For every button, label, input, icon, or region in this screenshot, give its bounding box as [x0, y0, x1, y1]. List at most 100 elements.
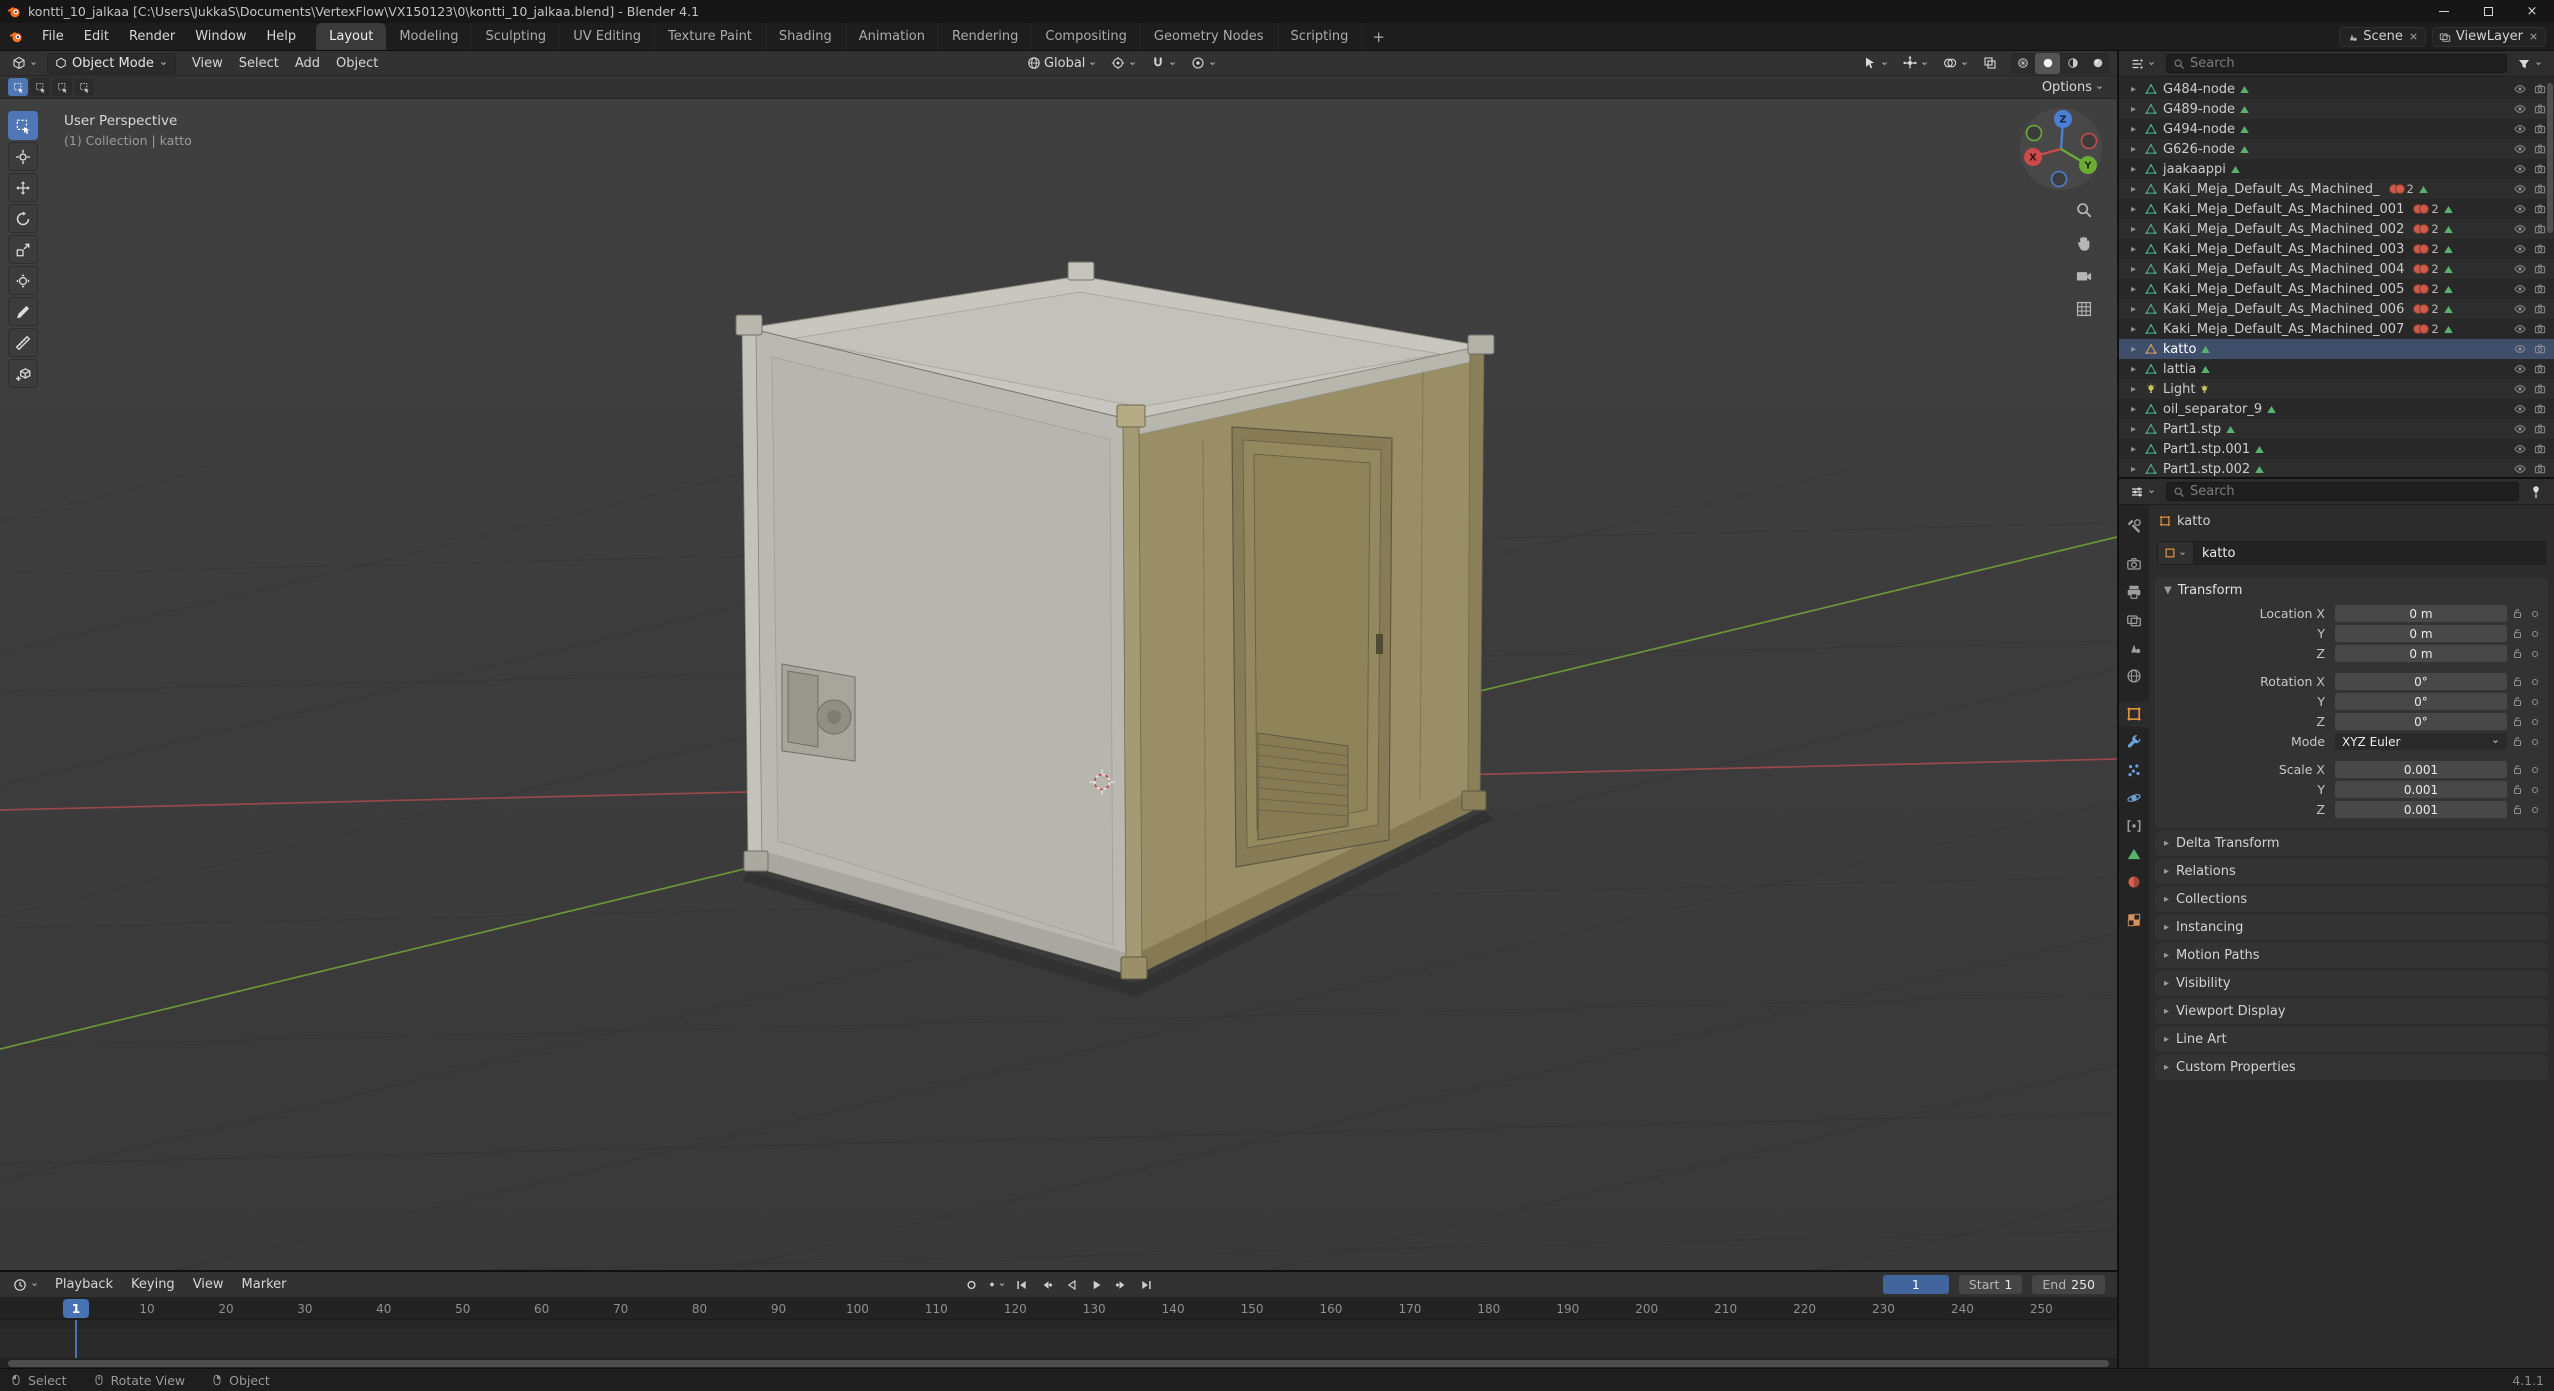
outliner-row[interactable]: ▸Kaki_Meja_Default_As_Machined_0052: [2119, 279, 2554, 299]
disable-render-toggle-icon[interactable]: [2534, 203, 2546, 215]
workspace-tab-geometry-nodes[interactable]: Geometry Nodes: [1141, 23, 1278, 50]
jump-to-end-button[interactable]: [1135, 1275, 1157, 1295]
3d-viewport[interactable]: User Perspective (1) Collection | katto …: [0, 99, 2117, 1270]
outliner-row[interactable]: ▸Kaki_Meja_Default_As_Machined_0012: [2119, 199, 2554, 219]
transform-orientation-dropdown[interactable]: Global: [1022, 53, 1102, 74]
expand-arrow[interactable]: ▸: [2131, 224, 2141, 235]
timeline-editor-type-button[interactable]: [8, 1274, 44, 1295]
gizmo-neg-y-axis[interactable]: [2027, 126, 2042, 141]
maximize-button[interactable]: [2466, 0, 2510, 23]
lock-toggle[interactable]: [2507, 648, 2527, 659]
tool-cursor-button[interactable]: [8, 142, 38, 171]
menu-help[interactable]: Help: [257, 23, 307, 50]
timeline-scrollbar[interactable]: [0, 1358, 2117, 1368]
disable-render-toggle-icon[interactable]: [2534, 403, 2546, 415]
disable-render-toggle-icon[interactable]: [2534, 163, 2546, 175]
outliner-filter-button[interactable]: [2512, 53, 2548, 74]
object-name-field[interactable]: katto: [2193, 541, 2546, 565]
workspace-tab-modeling[interactable]: Modeling: [386, 23, 472, 50]
hide-viewport-toggle-icon[interactable]: [2514, 463, 2526, 475]
pivot-point-dropdown[interactable]: [1106, 53, 1142, 74]
disable-render-toggle-icon[interactable]: [2534, 263, 2546, 275]
disable-render-toggle-icon[interactable]: [2534, 243, 2546, 255]
disable-render-toggle-icon[interactable]: [2534, 143, 2546, 155]
select-mode-subtract-button[interactable]: [52, 78, 72, 96]
animate-decorator[interactable]: [2527, 787, 2542, 793]
properties-tab-modifiers[interactable]: [2119, 729, 2149, 755]
hide-viewport-toggle-icon[interactable]: [2514, 263, 2526, 275]
pan-hand-icon[interactable]: [2075, 234, 2093, 252]
disable-render-toggle-icon[interactable]: [2534, 123, 2546, 135]
expand-arrow[interactable]: ▸: [2131, 344, 2141, 355]
camera-view-icon[interactable]: [2075, 267, 2093, 285]
snap-toggle[interactable]: [1146, 53, 1182, 74]
panel-viewport-display[interactable]: ▸Viewport Display: [2155, 999, 2548, 1024]
animate-decorator[interactable]: [2527, 767, 2542, 773]
hide-viewport-toggle-icon[interactable]: [2514, 203, 2526, 215]
hide-viewport-toggle-icon[interactable]: [2514, 123, 2526, 135]
outliner-scrollbar[interactable]: [2547, 83, 2553, 233]
outliner-row[interactable]: ▸Kaki_Meja_Default_As_Machined_0042: [2119, 259, 2554, 279]
properties-tab-particles[interactable]: [2119, 757, 2149, 783]
hide-viewport-toggle-icon[interactable]: [2514, 243, 2526, 255]
workspace-tab-texture-paint[interactable]: Texture Paint: [655, 23, 766, 50]
properties-tab-world[interactable]: [2119, 663, 2149, 689]
expand-arrow[interactable]: ▸: [2131, 444, 2141, 455]
menu-file[interactable]: File: [32, 23, 74, 50]
properties-tab-view-layer[interactable]: [2119, 607, 2149, 633]
expand-arrow[interactable]: ▸: [2131, 404, 2141, 415]
lock-toggle[interactable]: [2507, 736, 2527, 747]
expand-arrow[interactable]: ▸: [2131, 104, 2141, 115]
disable-render-toggle-icon[interactable]: [2534, 303, 2546, 315]
expand-arrow[interactable]: ▸: [2131, 384, 2141, 395]
tool-rotate-button[interactable]: [8, 204, 38, 233]
playhead-line[interactable]: [75, 1320, 77, 1358]
properties-editor-type-button[interactable]: [2125, 481, 2161, 502]
disable-render-toggle-icon[interactable]: [2534, 103, 2546, 115]
keying-set-dropdown[interactable]: [985, 1275, 1007, 1295]
proportional-editing-toggle[interactable]: [1186, 53, 1222, 74]
timeline-menu-keying[interactable]: Keying: [122, 1272, 184, 1297]
transform-panel-header[interactable]: ▼ Transform: [2155, 577, 2548, 603]
select-mode-new-button[interactable]: [8, 78, 28, 96]
hide-viewport-toggle-icon[interactable]: [2514, 443, 2526, 455]
animate-decorator[interactable]: [2527, 651, 2542, 657]
outliner-row[interactable]: ▸Kaki_Meja_Default_As_Machined_0032: [2119, 239, 2554, 259]
end-frame-field[interactable]: End 250: [2032, 1275, 2105, 1294]
object-id-dropdown[interactable]: [2157, 541, 2193, 565]
hide-viewport-toggle-icon[interactable]: [2514, 383, 2526, 395]
tool-annotate-button[interactable]: [8, 297, 38, 326]
viewlayer-remove-button[interactable]: [2528, 31, 2539, 42]
properties-tab-tool[interactable]: [2119, 513, 2149, 539]
shading-material-button[interactable]: [2060, 53, 2085, 74]
previous-keyframe-button[interactable]: [1035, 1275, 1057, 1295]
panel-motion-paths[interactable]: ▸Motion Paths: [2155, 943, 2548, 968]
overlays-dropdown[interactable]: [1938, 53, 1974, 74]
lock-toggle[interactable]: [2507, 784, 2527, 795]
close-button[interactable]: ×: [2510, 0, 2554, 23]
panel-delta-transform[interactable]: ▸Delta Transform: [2155, 831, 2548, 856]
properties-tab-render[interactable]: [2119, 551, 2149, 577]
play-button[interactable]: [1085, 1275, 1107, 1295]
properties-tab-texture[interactable]: [2119, 907, 2149, 933]
disable-render-toggle-icon[interactable]: [2534, 443, 2546, 455]
disable-render-toggle-icon[interactable]: [2534, 383, 2546, 395]
workspace-tab-scripting[interactable]: Scripting: [1278, 23, 1363, 50]
options-dropdown[interactable]: Options: [2037, 77, 2109, 98]
viewport-menu-view[interactable]: View: [184, 51, 231, 76]
value-field[interactable]: 0°: [2335, 673, 2507, 690]
workspace-tab-layout[interactable]: Layout: [316, 23, 386, 50]
disable-render-toggle-icon[interactable]: [2534, 223, 2546, 235]
viewport-menu-object[interactable]: Object: [328, 51, 386, 76]
hide-viewport-toggle-icon[interactable]: [2514, 323, 2526, 335]
panel-line-art[interactable]: ▸Line Art: [2155, 1027, 2548, 1052]
hide-viewport-toggle-icon[interactable]: [2514, 143, 2526, 155]
lock-toggle[interactable]: [2507, 696, 2527, 707]
disable-render-toggle-icon[interactable]: [2534, 323, 2546, 335]
tool-add-cube-button[interactable]: [8, 359, 38, 388]
editor-type-button[interactable]: [7, 53, 43, 74]
animate-decorator[interactable]: [2527, 679, 2542, 685]
scene-unlink-button[interactable]: [2408, 31, 2419, 42]
timeline-menu-marker[interactable]: Marker: [233, 1272, 296, 1297]
value-field[interactable]: 0.001: [2335, 761, 2507, 778]
